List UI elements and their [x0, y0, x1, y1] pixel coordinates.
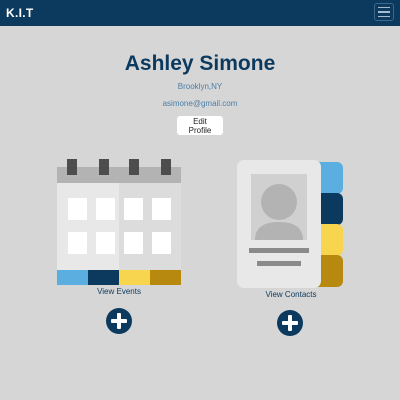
calendar-icon[interactable]: [57, 157, 181, 285]
calendar-ring: [129, 159, 139, 175]
calendar-stripe: [57, 270, 88, 285]
view-events-link[interactable]: View Events: [57, 287, 181, 296]
calendar-day-cell: [96, 232, 115, 254]
calendar-day-cell: [124, 198, 143, 220]
navbar: K.I.T: [0, 0, 400, 26]
calendar-day-cell: [152, 198, 171, 220]
calendar-stripe: [150, 270, 181, 285]
menu-bar: [378, 6, 390, 9]
avatar-head: [261, 184, 297, 220]
calendar-stripe: [88, 270, 119, 285]
view-contacts-link[interactable]: View Contacts: [237, 290, 345, 299]
calendar-stripe: [119, 270, 150, 285]
calendar-day-cell: [152, 232, 171, 254]
menu-bar: [378, 11, 390, 13]
brand-logo[interactable]: K.I.T: [6, 6, 34, 20]
calendar-day-cell: [68, 232, 87, 254]
edit-profile-button[interactable]: Edit Profile: [177, 116, 223, 135]
contact-line: [257, 261, 301, 266]
menu-bar: [378, 15, 390, 18]
profile-name: Ashley Simone: [124, 52, 276, 75]
calendar-ring: [161, 159, 171, 175]
calendar-day-cell: [68, 198, 87, 220]
calendar-ring: [99, 159, 109, 175]
profile-location: Brooklyn,NY: [177, 82, 223, 91]
calendar-day-cell: [96, 198, 115, 220]
contact-line: [249, 248, 309, 253]
add-contact-plus-icon[interactable]: [277, 310, 303, 336]
contact-book-icon[interactable]: [237, 160, 345, 290]
add-event-plus-icon[interactable]: [106, 308, 132, 334]
profile-email: asimone@gmail.com: [162, 99, 238, 108]
calendar-fold: [119, 183, 181, 270]
hamburger-menu-icon[interactable]: [374, 3, 394, 21]
calendar-ring: [67, 159, 77, 175]
calendar-day-cell: [124, 232, 143, 254]
